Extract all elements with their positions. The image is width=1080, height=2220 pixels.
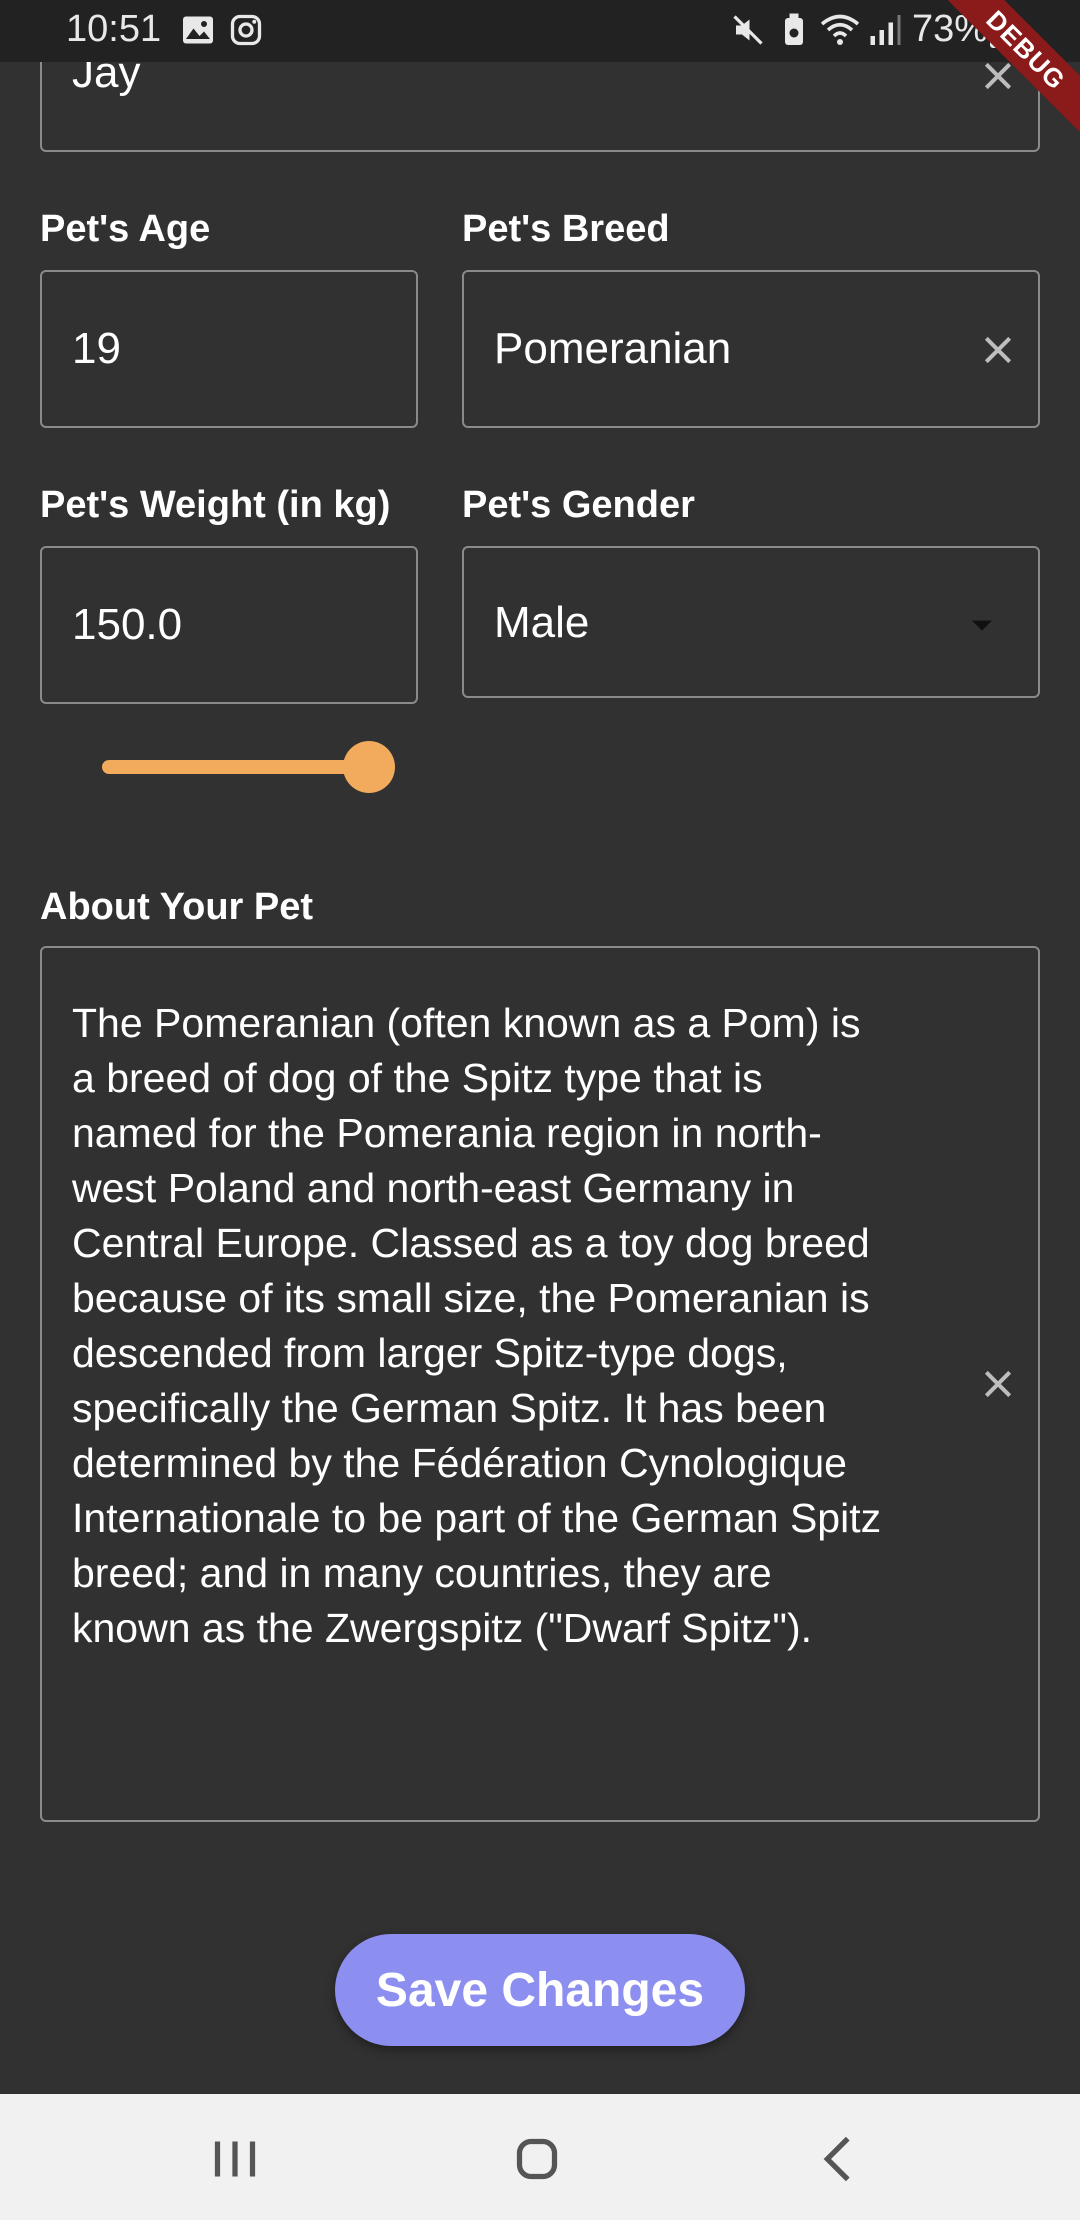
status-time: 10:51	[66, 8, 162, 50]
wifi-icon	[820, 14, 860, 45]
age-field[interactable]: 19	[40, 270, 418, 428]
back-icon[interactable]	[804, 2124, 874, 2194]
gender-dropdown[interactable]: Male	[462, 546, 1040, 698]
weight-slider-thumb[interactable]	[343, 741, 395, 793]
clear-about-icon[interactable]	[978, 1364, 1018, 1404]
about-label: About Your Pet	[40, 886, 314, 928]
gender-value: Male	[494, 598, 590, 647]
clear-breed-icon[interactable]	[978, 330, 1018, 370]
weight-field[interactable]: 150.0	[40, 546, 418, 704]
age-value: 19	[72, 324, 121, 373]
dropdown-arrow-icon	[972, 620, 992, 631]
battery-saver-icon	[785, 13, 803, 45]
breed-field[interactable]: Pomeranian	[462, 270, 1040, 428]
save-changes-button[interactable]: Save Changes	[335, 1934, 745, 2046]
breed-label: Pet's Breed	[462, 208, 670, 250]
weight-slider-track[interactable]	[102, 760, 370, 774]
signal-icon	[870, 15, 901, 45]
instagram-icon	[230, 14, 262, 46]
home-icon[interactable]	[502, 2124, 572, 2194]
about-text: The Pomeranian (often known as a Pom) is…	[72, 1000, 882, 1651]
recent-apps-icon[interactable]	[200, 2124, 270, 2194]
gender-label: Pet's Gender	[462, 484, 695, 526]
weight-value: 150.0	[72, 600, 183, 649]
weight-label: Pet's Weight (in kg)	[40, 484, 391, 526]
gallery-icon	[183, 16, 213, 44]
age-label: Pet's Age	[40, 208, 211, 250]
navigation-bar	[0, 2094, 1080, 2220]
breed-value: Pomeranian	[494, 324, 732, 373]
status-bar: 10:51 73%	[0, 0, 1080, 62]
mute-icon	[733, 15, 763, 45]
